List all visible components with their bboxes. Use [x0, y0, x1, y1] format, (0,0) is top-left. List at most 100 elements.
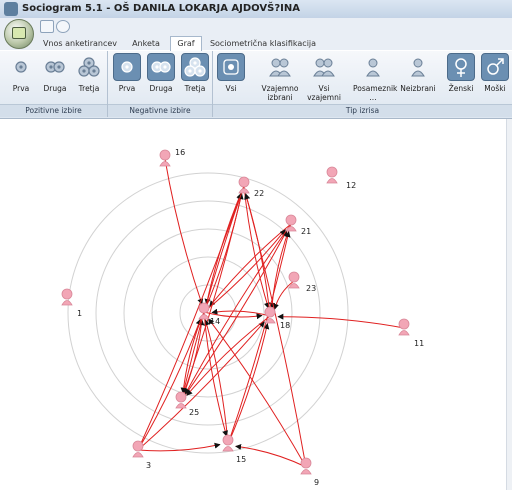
draw-button-5[interactable]: Neizbrani	[400, 53, 436, 93]
first-choice-icon	[7, 53, 35, 81]
negative-button-3[interactable]: Tretja	[180, 53, 210, 93]
node-9[interactable]: 9	[300, 457, 319, 487]
positive-button-1[interactable]: Prva	[6, 53, 36, 93]
draw-button-label: Posameznik ...	[353, 84, 398, 102]
female-icon	[61, 288, 73, 300]
group-negative-label: Negativne izbire	[108, 104, 212, 117]
second-choice-icon	[41, 53, 69, 81]
node-label: 9	[314, 478, 319, 487]
node-body	[175, 403, 187, 409]
edge-14-15	[203, 311, 228, 437]
vertical-scrollbar[interactable]	[506, 119, 512, 490]
third-negative-icon	[181, 53, 209, 81]
female-icon	[222, 434, 234, 446]
female-icon	[398, 318, 410, 330]
refresh-icon[interactable]	[56, 20, 70, 33]
node-label: 14	[210, 317, 220, 326]
node-label: 11	[414, 339, 424, 348]
third-choice-icon	[75, 53, 103, 81]
mutual-chosen-icon	[266, 53, 294, 81]
negative-button-label: Druga	[149, 84, 173, 93]
draw-button-4[interactable]: Posameznik ...	[353, 53, 398, 102]
female-icon	[264, 306, 276, 318]
node-label: 22	[254, 189, 264, 198]
tab-sociometricna-klasifikacija[interactable]: Sociometrična klasifikacija	[204, 37, 322, 51]
save-icon[interactable]	[40, 20, 54, 33]
draw-button-label: Vsi	[225, 84, 237, 93]
individual-icon	[359, 53, 387, 81]
female-icon	[447, 53, 475, 81]
node-body	[238, 188, 250, 194]
negative-button-label: Tretja	[184, 84, 206, 93]
positive-button-label: Druga	[43, 84, 67, 93]
node-body	[326, 178, 338, 184]
sociogram-graph[interactable]: 16 22 12 21 23 1 14 18 11 25 3 15 9	[0, 119, 506, 490]
node-label: 3	[146, 461, 151, 470]
unchosen-icon	[404, 53, 432, 81]
node-1[interactable]: 1	[61, 288, 82, 318]
draw-button-7[interactable]: Moški	[481, 53, 509, 93]
node-label: 21	[301, 227, 311, 236]
node-11[interactable]: 11	[398, 318, 424, 348]
draw-button-label: Vzajemno izbrani	[261, 84, 299, 102]
edge-22-14	[204, 185, 245, 305]
tab-vnos-anketirancev[interactable]: Vnos anketirancev	[40, 37, 120, 51]
node-16[interactable]: 16	[159, 148, 185, 167]
node-12[interactable]: 12	[326, 166, 356, 190]
draw-button-label: Moški	[484, 84, 506, 93]
all-mutual-icon	[310, 53, 338, 81]
sociogram-icon	[12, 27, 26, 39]
application-menu-button[interactable]	[4, 19, 34, 49]
female-icon	[198, 302, 210, 314]
window-title: Sociogram 5.1 - OŠ DANILA LOKARJA AJDOVŠ…	[22, 3, 300, 14]
node-body	[198, 314, 210, 320]
edge-3-15	[137, 442, 221, 452]
draw-button-1[interactable]: Vsi	[217, 53, 245, 93]
node-label: 25	[189, 408, 199, 417]
node-body	[398, 330, 410, 336]
sociogram-canvas[interactable]: 16 22 12 21 23 1 14 18 11 25 3 15 9	[0, 119, 506, 490]
node-label: 1	[77, 309, 82, 318]
app-icon	[4, 2, 18, 16]
node-body	[159, 161, 171, 167]
group-positive-label: Pozitivne izbire	[0, 104, 107, 117]
negative-button-label: Prva	[118, 84, 136, 93]
node-body	[61, 300, 73, 306]
positive-button-2[interactable]: Druga	[40, 53, 70, 93]
node-body	[132, 452, 144, 458]
edge-16-14	[164, 158, 204, 305]
tab-graf[interactable]: Graf	[170, 36, 202, 52]
node-23[interactable]: 23	[288, 271, 316, 293]
node-label: 23	[306, 284, 316, 293]
edge-9-14	[207, 318, 307, 468]
first-negative-icon	[113, 53, 141, 81]
node-label: 12	[346, 181, 356, 190]
draw-button-3[interactable]: Vsi vzajemni	[304, 53, 344, 102]
draw-button-label: Vsi vzajemni	[307, 84, 341, 102]
node-3[interactable]: 3	[132, 440, 151, 470]
draw-button-6[interactable]: Ženski	[446, 53, 476, 93]
node-label: 16	[175, 148, 185, 157]
draw-button-label: Ženski	[448, 84, 474, 93]
node-15[interactable]: 15	[222, 434, 246, 464]
female-icon	[132, 440, 144, 452]
node-body	[222, 446, 234, 452]
draw-button-2[interactable]: Vzajemno izbrani	[258, 53, 302, 102]
female-icon	[288, 271, 300, 283]
title-bar: Sociogram 5.1 - OŠ DANILA LOKARJA AJDOVŠ…	[0, 0, 512, 19]
positive-button-label: Prva	[12, 84, 30, 93]
negative-button-2[interactable]: Druga	[146, 53, 176, 93]
positive-button-3[interactable]: Tretja	[74, 53, 104, 93]
female-icon	[300, 457, 312, 469]
negative-button-1[interactable]: Prva	[112, 53, 142, 93]
node-body	[300, 469, 312, 475]
draw-button-label: Neizbrani	[400, 84, 436, 93]
female-icon	[175, 391, 187, 403]
edge-3-14	[137, 318, 202, 451]
male-icon	[481, 53, 509, 81]
edge-9-22	[244, 193, 307, 468]
node-label: 18	[280, 321, 290, 330]
group-draw-type-label: Tip izrisa	[213, 104, 512, 117]
tab-anketa[interactable]: Anketa	[124, 37, 168, 51]
node-label: 15	[236, 455, 246, 464]
